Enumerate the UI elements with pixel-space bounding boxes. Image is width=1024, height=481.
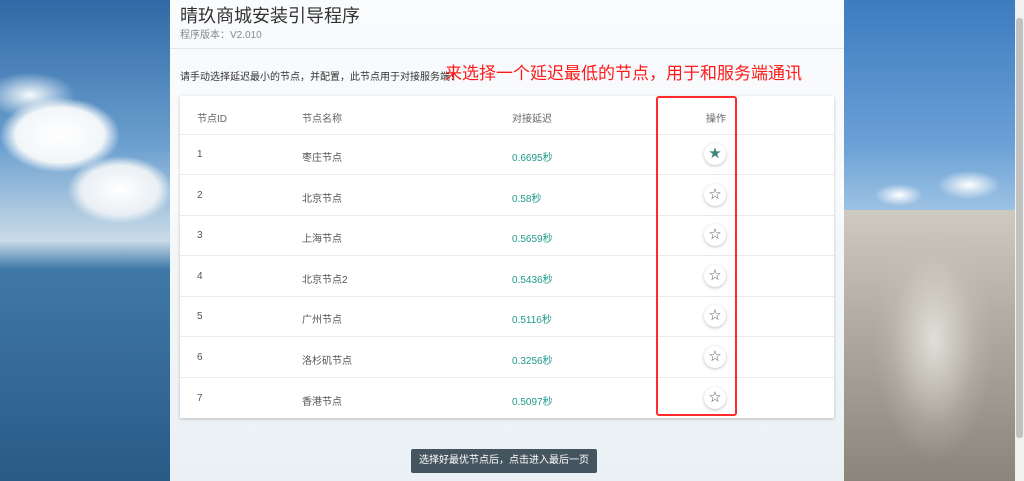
node-latency: 0.5116秒 — [512, 315, 552, 327]
version-label: 程序版本：V2.010 — [180, 30, 262, 41]
installer-panel: 晴玖商城安装引导程序 程序版本：V2.010 请手动选择延迟最小的节点，并配置，… — [170, 0, 844, 481]
column-header-name: 节点名称 — [302, 114, 342, 125]
column-header-id: 节点ID — [197, 114, 227, 125]
node-id: 5 — [197, 311, 203, 323]
next-page-button[interactable]: 选择好最优节点后，点击进入最后一页 — [411, 449, 597, 473]
node-id: 6 — [197, 352, 203, 363]
latency-highlight-box — [656, 96, 737, 416]
node-name: 枣庄节点 — [302, 153, 342, 164]
page-title: 晴玖商城安装引导程序 — [180, 6, 360, 26]
column-header-latency: 对接延迟 — [512, 114, 552, 125]
node-latency: 0.3256秒 — [512, 356, 553, 367]
node-latency: 0.5436秒 — [512, 274, 553, 286]
node-id: 3 — [197, 230, 203, 242]
node-name: 北京节点 — [302, 193, 342, 205]
node-latency: 0.6695秒 — [512, 153, 553, 164]
node-latency: 0.5659秒 — [512, 234, 553, 246]
node-name: 广州节点 — [302, 315, 342, 327]
node-id: 7 — [197, 392, 203, 404]
scrollbar-thumb[interactable] — [1016, 18, 1023, 438]
intro-text: 请手动选择延迟最小的节点，并配置，此节点用于对接服务端！ — [180, 72, 460, 83]
page-scrollbar[interactable] — [1015, 0, 1024, 481]
node-name: 北京节点2 — [302, 274, 348, 286]
background-cliff-right — [844, 0, 1024, 481]
node-latency: 0.58秒 — [512, 193, 542, 205]
node-id: 4 — [197, 270, 203, 282]
node-latency: 0.5097秒 — [512, 396, 553, 408]
node-name: 上海节点 — [302, 234, 342, 246]
node-id: 2 — [197, 189, 203, 201]
background-sky-left — [0, 0, 170, 481]
node-name: 洛杉矶节点 — [302, 356, 352, 367]
background-cliff — [844, 210, 1024, 481]
annotation-text: 来选择一个延迟最低的节点，用于和服务端通讯 — [445, 64, 802, 83]
node-name: 香港节点 — [302, 396, 342, 408]
node-id: 1 — [197, 149, 203, 160]
header-divider — [170, 48, 844, 49]
